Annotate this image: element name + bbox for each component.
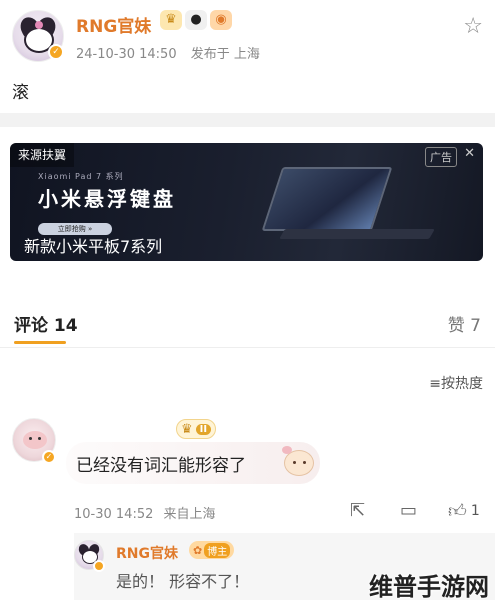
reply-icon[interactable]: ▭ — [400, 500, 417, 521]
reply-text: 是的！ 形容不了！ — [116, 572, 250, 591]
comment-meta: 10-30 14:52 来自上海 — [74, 503, 216, 522]
sort-icon: ≡ — [429, 376, 441, 392]
avatar-eye — [38, 437, 41, 440]
post-meta: 24-10-30 14:50 发布于 上海 — [76, 43, 260, 62]
post-timestamp: 24-10-30 14:50 — [76, 47, 177, 62]
avatar-eye — [29, 437, 32, 440]
sticker-head — [284, 450, 314, 476]
like-count: 1 — [470, 503, 480, 519]
sticker-eye — [303, 461, 306, 464]
avatar-skull-mark — [35, 21, 43, 29]
author-badges: ♛ ● ◉ — [160, 10, 232, 30]
close-icon[interactable]: ✕ — [464, 146, 475, 161]
comment-timestamp: 10-30 14:52 — [74, 507, 154, 522]
author-role-badge: ✿ 博主 — [189, 541, 235, 559]
ad-tag: 广告 — [425, 147, 457, 167]
reply-author-name[interactable]: RNG官妹 — [116, 543, 178, 563]
sticker-bow — [282, 446, 292, 454]
sort-label: 按热度 — [441, 376, 483, 392]
divider — [0, 347, 495, 348]
ad-banner[interactable]: 来源扶翼 广告 ✕ Xiaomi Pad 7 系列 小米悬浮键盘 立即抢购 » … — [10, 143, 483, 261]
active-tab-indicator — [14, 341, 66, 344]
verified-badge-icon: ✓ — [48, 44, 64, 60]
pet-icon[interactable]: ◉ — [210, 10, 232, 30]
sticker-decoration — [280, 444, 320, 484]
share-icon[interactable]: ⇱ — [350, 500, 365, 521]
star-icon[interactable]: ☆ — [463, 14, 483, 39]
ad-caption: 新款小米平板7系列 — [24, 237, 163, 256]
panda-icon[interactable]: ● — [185, 10, 207, 30]
thumbs-up-icon: 👍︎ — [448, 501, 467, 522]
tablet-image — [261, 167, 393, 231]
verified-badge-icon: ✓ — [42, 450, 56, 464]
author-role-label: 博主 — [204, 542, 231, 558]
ad-source-label: 来源扶翼 — [10, 143, 75, 167]
crown-icon: ♛ — [181, 421, 193, 437]
comment-location: 来自上海 — [163, 507, 216, 522]
like-button[interactable]: 👍︎ 1 — [448, 500, 480, 522]
watermark-logo: 维普手游网 — [369, 573, 489, 600]
crown-badge-icon[interactable]: ♛ — [160, 10, 182, 30]
ad-headline: 小米悬浮键盘 — [38, 187, 176, 211]
keyboard-image — [279, 229, 435, 239]
verified-badge-icon — [93, 560, 105, 572]
post-text: 滚 — [12, 83, 29, 103]
tab-likes[interactable]: 赞 7 — [448, 311, 481, 336]
sticker-eye — [293, 461, 296, 464]
post-location: 发布于 上海 — [190, 47, 260, 62]
comment-text: 已经没有词汇能形容了 — [76, 456, 246, 476]
paw-icon: ✿ — [193, 543, 203, 557]
section-divider — [0, 113, 495, 127]
fan-level-badge[interactable]: ♛ II — [176, 419, 217, 439]
avatar-blob — [23, 431, 47, 449]
fan-level: II — [195, 423, 212, 435]
ad-subbrand: Xiaomi Pad 7 系列 — [38, 172, 124, 181]
sort-button[interactable]: ≡按热度 — [429, 373, 483, 393]
tab-comments[interactable]: 评论 14 — [14, 311, 78, 336]
post-author-name[interactable]: RNG官妹 — [76, 12, 151, 37]
